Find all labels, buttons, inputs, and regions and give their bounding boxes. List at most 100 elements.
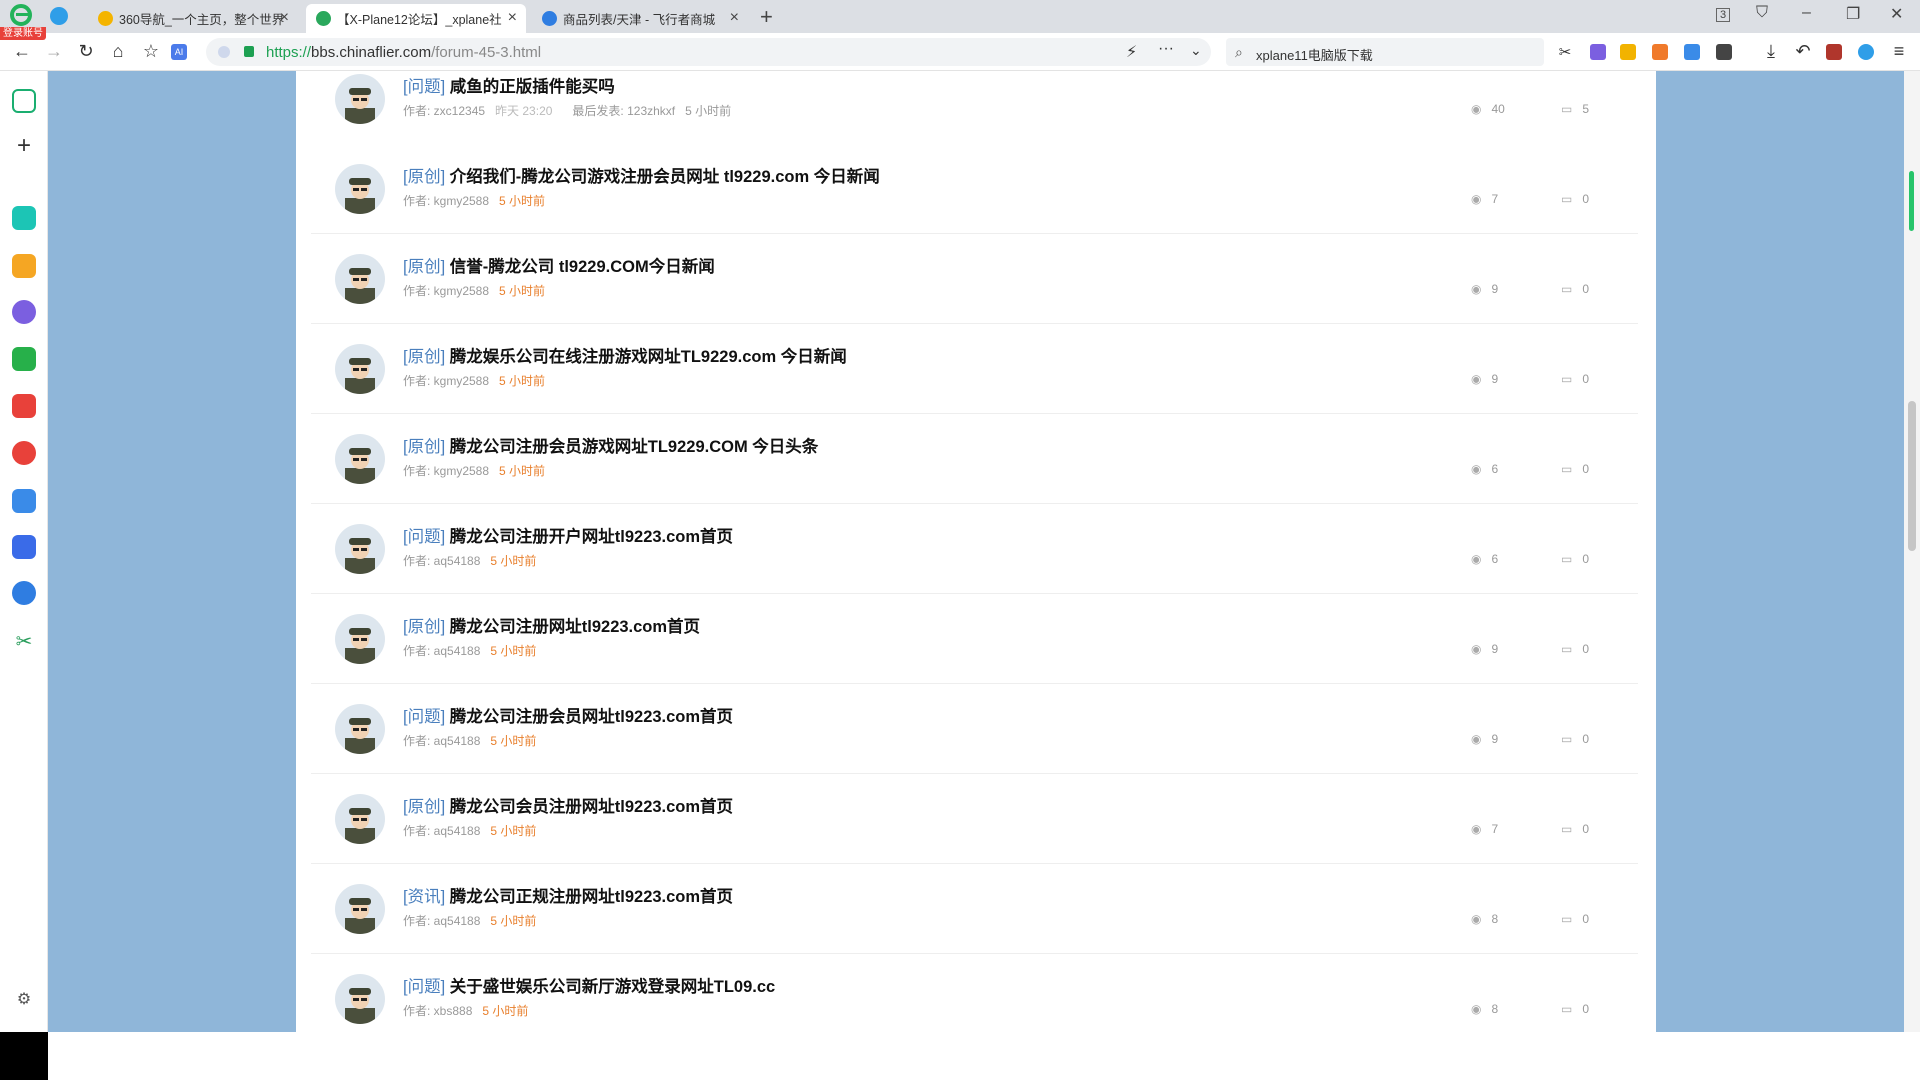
user-avatar[interactable] (335, 344, 385, 394)
scrollbar[interactable] (1904, 71, 1920, 1032)
close-icon[interactable]: × (730, 9, 739, 27)
sidebar-translate-icon[interactable] (12, 581, 36, 605)
toolbox-icon[interactable] (1826, 44, 1842, 60)
download-icon[interactable]: ⤓ (1760, 41, 1782, 62)
thread-title[interactable]: 腾龙公司注册会员游戏网址TL9229.COM 今日头条 (450, 438, 819, 456)
thread-title-line[interactable]: [资讯] 腾龙公司正规注册网址tl9223.com首页 (403, 883, 733, 907)
back-icon[interactable]: ← (11, 41, 33, 62)
forward-icon[interactable]: → (43, 41, 65, 62)
thread-row[interactable]: [问题] 腾龙公司注册开户网址tl9223.com首页 作者: aq54188 5… (311, 504, 1638, 594)
thread-category-tag[interactable]: [原创] (403, 258, 445, 276)
thread-author[interactable]: 作者: kgmy2588 (403, 194, 489, 208)
thread-title[interactable]: 腾龙娱乐公司在线注册游戏网址TL9229.com 今日新闻 (450, 348, 847, 366)
extension-purple-icon[interactable] (1590, 44, 1606, 60)
sidebar-doc-ai-icon[interactable] (12, 535, 36, 559)
url-text[interactable]: https://bbs.chinaflier.com/forum-45-3.ht… (266, 44, 541, 61)
search-box[interactable]: ⌕ xplane11电脑版下载 (1226, 38, 1544, 66)
thread-title[interactable]: 介绍我们-腾龙公司游戏注册会员网址 tl9229.com 今日新闻 (450, 168, 880, 186)
thread-row[interactable]: [原创] 腾龙公司注册网址tl9223.com首页 作者: aq54188 5 小… (311, 594, 1638, 684)
user-avatar[interactable] (335, 434, 385, 484)
window-close-icon[interactable]: ✕ (1890, 4, 1903, 24)
thread-category-tag[interactable]: [问题] (403, 978, 445, 996)
thread-category-tag[interactable]: [原创] (403, 438, 445, 456)
sidebar-write-ai-icon[interactable] (12, 489, 36, 513)
ai-icon[interactable]: AI (171, 44, 187, 60)
thread-author[interactable]: 作者: kgmy2588 (403, 374, 489, 388)
thread-title-line[interactable]: [问题] 关于盛世娱乐公司新厅游戏登录网址TL09.cc (403, 973, 775, 997)
sidebar-star-icon[interactable] (12, 254, 36, 278)
user-avatar[interactable] (335, 254, 385, 304)
sidebar-video-ai-icon[interactable] (12, 441, 36, 465)
shield-icon[interactable] (1620, 44, 1636, 60)
thread-row[interactable]: [原创] 腾龙娱乐公司在线注册游戏网址TL9229.com 今日新闻 作者: k… (311, 324, 1638, 414)
thread-title[interactable]: 信誉-腾龙公司 tl9229.COM今日新闻 (450, 258, 715, 276)
tab-shop[interactable]: 商品列表/天津 - 飞行者商城 × (532, 4, 748, 33)
scissors-icon[interactable]: ✂ (1554, 43, 1576, 61)
thread-title-line[interactable]: [问题] 腾龙公司注册开户网址tl9223.com首页 (403, 523, 733, 547)
thread-last-post[interactable]: 最后发表: 123zhkxf (572, 104, 675, 118)
thread-category-tag[interactable]: [原创] (403, 798, 445, 816)
sidebar-home-icon[interactable] (12, 89, 36, 113)
thread-row[interactable]: [原创] 腾龙公司注册会员游戏网址TL9229.COM 今日头条 作者: kgm… (311, 414, 1638, 504)
thread-author[interactable]: 作者: zxc12345 (403, 104, 485, 118)
thread-row[interactable]: [原创] 介绍我们-腾龙公司游戏注册会员网址 tl9229.com 今日新闻 作… (311, 144, 1638, 234)
thread-title-line[interactable]: [原创] 介绍我们-腾龙公司游戏注册会员网址 tl9229.com 今日新闻 (403, 163, 880, 187)
thread-title-line[interactable]: [问题] 咸鱼的正版插件能买吗 (403, 73, 615, 97)
favorites-icon[interactable]: ☆ (140, 41, 162, 62)
settings-icon[interactable]: ⚙ (12, 989, 36, 1013)
tab-count-badge[interactable]: 3 (1716, 8, 1731, 22)
sidebar-image-ai-icon[interactable] (12, 347, 36, 371)
user-avatar[interactable] (335, 74, 385, 124)
home-icon[interactable]: ⌂ (107, 41, 129, 62)
user-avatar[interactable] (335, 524, 385, 574)
thread-title-line[interactable]: [原创] 腾龙公司会员注册网址tl9223.com首页 (403, 793, 733, 817)
user-avatar[interactable] (335, 884, 385, 934)
address-bar[interactable]: https://bbs.chinaflier.com/forum-45-3.ht… (206, 38, 1211, 66)
thread-category-tag[interactable]: [问题] (403, 708, 445, 726)
skin-icon[interactable]: ⛉ (1756, 4, 1768, 22)
edge-icon[interactable] (1858, 44, 1874, 60)
telegram-icon[interactable] (50, 7, 68, 25)
minimize-icon[interactable]: – (1802, 4, 1811, 22)
game-icon[interactable] (1652, 44, 1668, 60)
thread-author[interactable]: 作者: aq54188 (403, 824, 480, 838)
thread-title[interactable]: 关于盛世娱乐公司新厅游戏登录网址TL09.cc (450, 978, 775, 996)
new-tab-button[interactable]: + (760, 4, 773, 30)
site-info-icon[interactable] (218, 46, 230, 58)
user-avatar[interactable] (335, 794, 385, 844)
reload-icon[interactable]: ↻ (75, 41, 97, 62)
thread-title-line[interactable]: [原创] 信誉-腾龙公司 tl9229.COM今日新闻 (403, 253, 715, 277)
lightning-icon[interactable]: ⚡ (1126, 42, 1137, 62)
thread-category-tag[interactable]: [资讯] (403, 888, 445, 906)
thread-author[interactable]: 作者: aq54188 (403, 644, 480, 658)
sidebar-app-icon[interactable] (12, 206, 36, 230)
thread-category-tag[interactable]: [问题] (403, 78, 445, 96)
chevron-down-icon[interactable]: ⌄ (1190, 42, 1202, 59)
sidebar-scissors-icon[interactable]: ✂ (12, 629, 36, 653)
thread-title-line[interactable]: [原创] 腾龙娱乐公司在线注册游戏网址TL9229.com 今日新闻 (403, 343, 847, 367)
thread-author[interactable]: 作者: aq54188 (403, 734, 480, 748)
scrollbar-thumb[interactable] (1908, 401, 1916, 551)
thread-author[interactable]: 作者: aq54188 (403, 914, 480, 928)
thread-title-line[interactable]: [原创] 腾龙公司注册网址tl9223.com首页 (403, 613, 700, 637)
thread-title[interactable]: 腾龙公司正规注册网址tl9223.com首页 (450, 888, 733, 906)
thread-row[interactable]: [问题] 咸鱼的正版插件能买吗 作者: zxc12345 昨天 23:20 最后发表… (311, 71, 1638, 144)
more-icon[interactable]: ··· (1158, 40, 1174, 58)
tab-xplane-forum[interactable]: 【X-Plane12论坛】_xplane社 × (306, 4, 526, 33)
thread-author[interactable]: 作者: kgmy2588 (403, 284, 489, 298)
login-badge[interactable]: 登录账号 (0, 27, 46, 40)
menu-icon[interactable]: ≡ (1888, 41, 1910, 62)
thread-category-tag[interactable]: [原创] (403, 618, 445, 636)
thread-title[interactable]: 腾龙公司会员注册网址tl9223.com首页 (450, 798, 733, 816)
close-icon[interactable]: × (280, 9, 289, 27)
sidebar-add-icon[interactable]: + (12, 134, 36, 159)
undo-icon[interactable]: ↶ (1792, 41, 1814, 62)
thread-title[interactable]: 咸鱼的正版插件能买吗 (450, 78, 615, 96)
tab-360-nav[interactable]: 360导航_一个主页，整个世界 × (88, 4, 298, 33)
sidebar-pdf-ai-icon[interactable] (12, 394, 36, 418)
user-avatar[interactable] (335, 974, 385, 1024)
thread-author[interactable]: 作者: aq54188 (403, 554, 480, 568)
thread-category-tag[interactable]: [问题] (403, 528, 445, 546)
thread-row[interactable]: [原创] 信誉-腾龙公司 tl9229.COM今日新闻 作者: kgmy2588… (311, 234, 1638, 324)
restore-icon[interactable]: ❐ (1846, 4, 1860, 24)
